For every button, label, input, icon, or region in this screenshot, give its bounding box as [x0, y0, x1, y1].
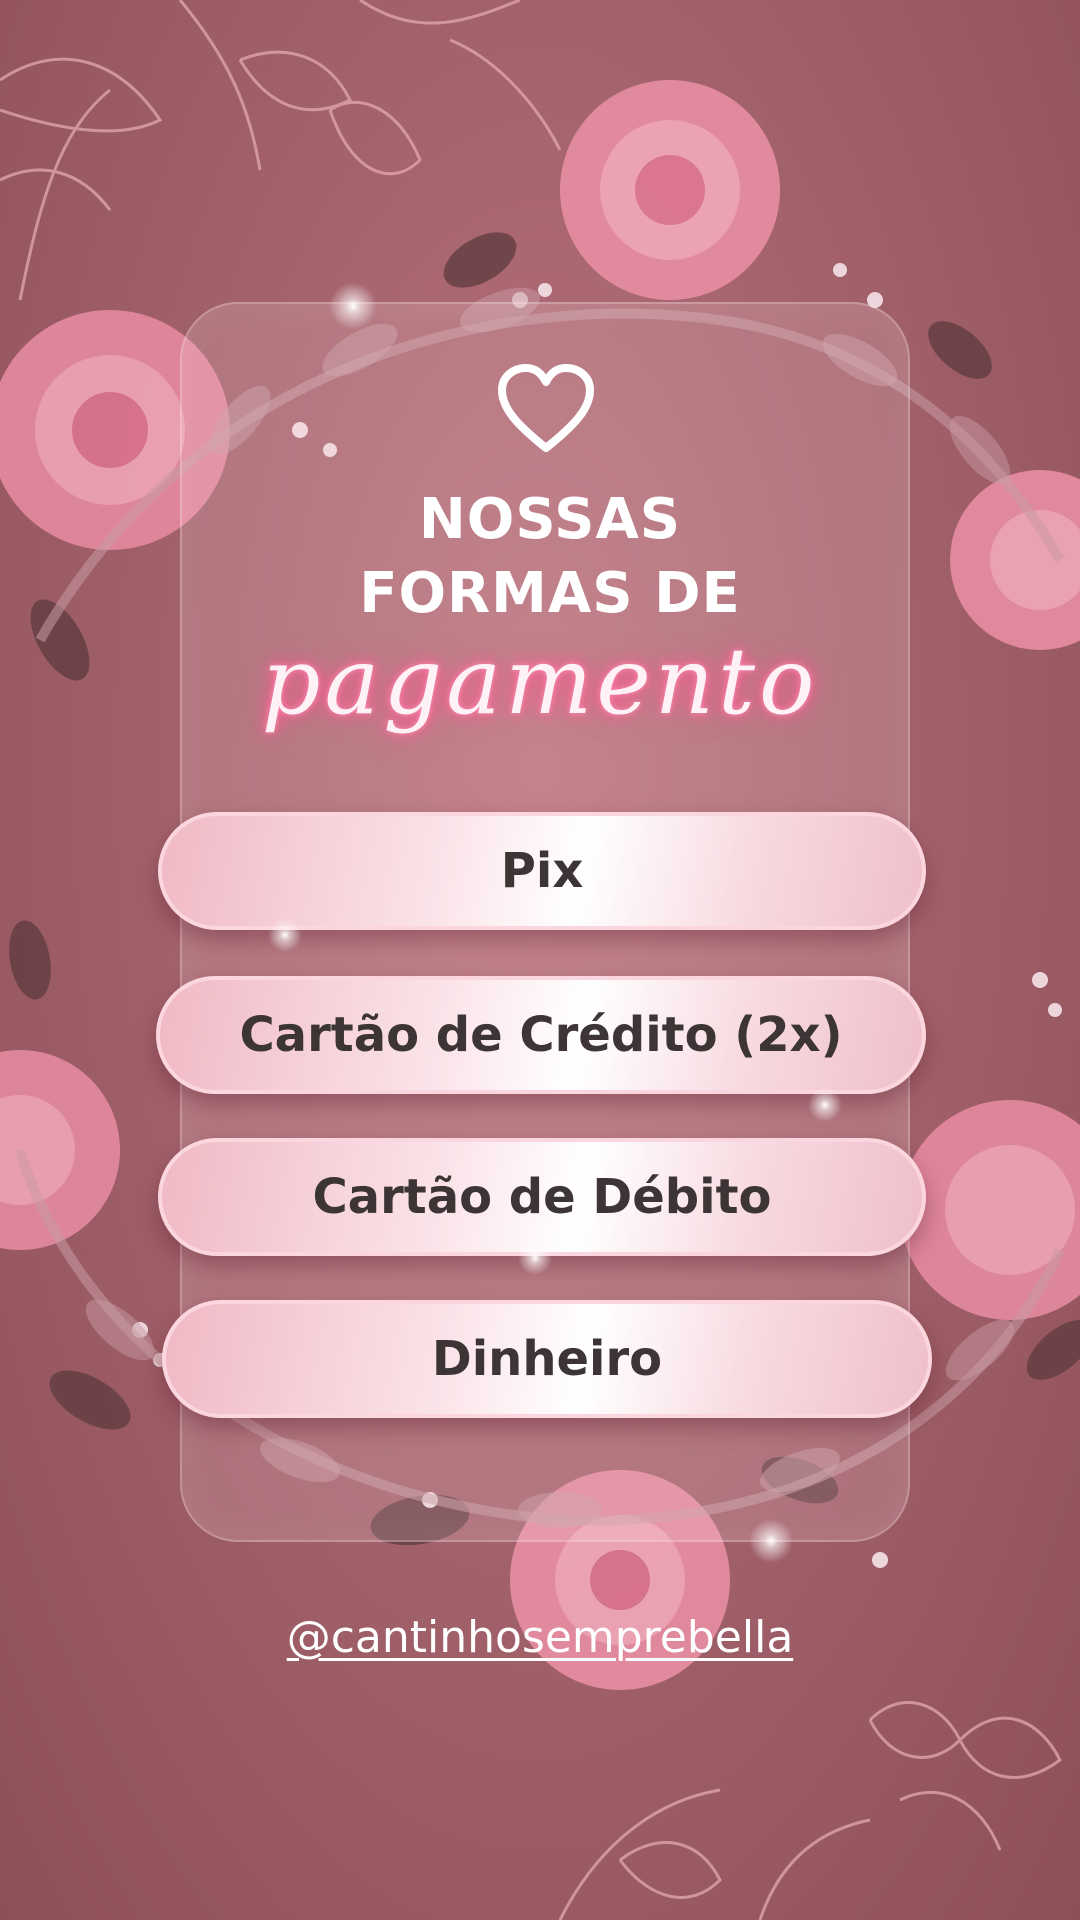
heart-icon: [498, 364, 594, 452]
sparkle-decoration: [805, 1085, 845, 1125]
payment-option-credit-card[interactable]: Cartão de Crédito (2x): [156, 976, 926, 1094]
sparkle-decoration: [325, 278, 381, 334]
sparkle-decoration: [745, 1515, 797, 1567]
heading-script-word: pagamento: [261, 628, 819, 735]
heading-line-2: FORMAS DE: [359, 561, 741, 626]
instagram-handle-link[interactable]: @cantinhosemprebella: [240, 1612, 840, 1663]
payment-option-cash[interactable]: Dinheiro: [162, 1300, 932, 1418]
heading-line-1: NOSSAS: [418, 487, 682, 552]
payment-option-pix[interactable]: Pix: [158, 812, 926, 930]
story-background: NOSSAS FORMAS DE pagamento Pix Cartão de…: [0, 0, 1080, 1920]
sparkle-decoration: [265, 915, 305, 955]
sparkle-decoration: [515, 1238, 555, 1278]
